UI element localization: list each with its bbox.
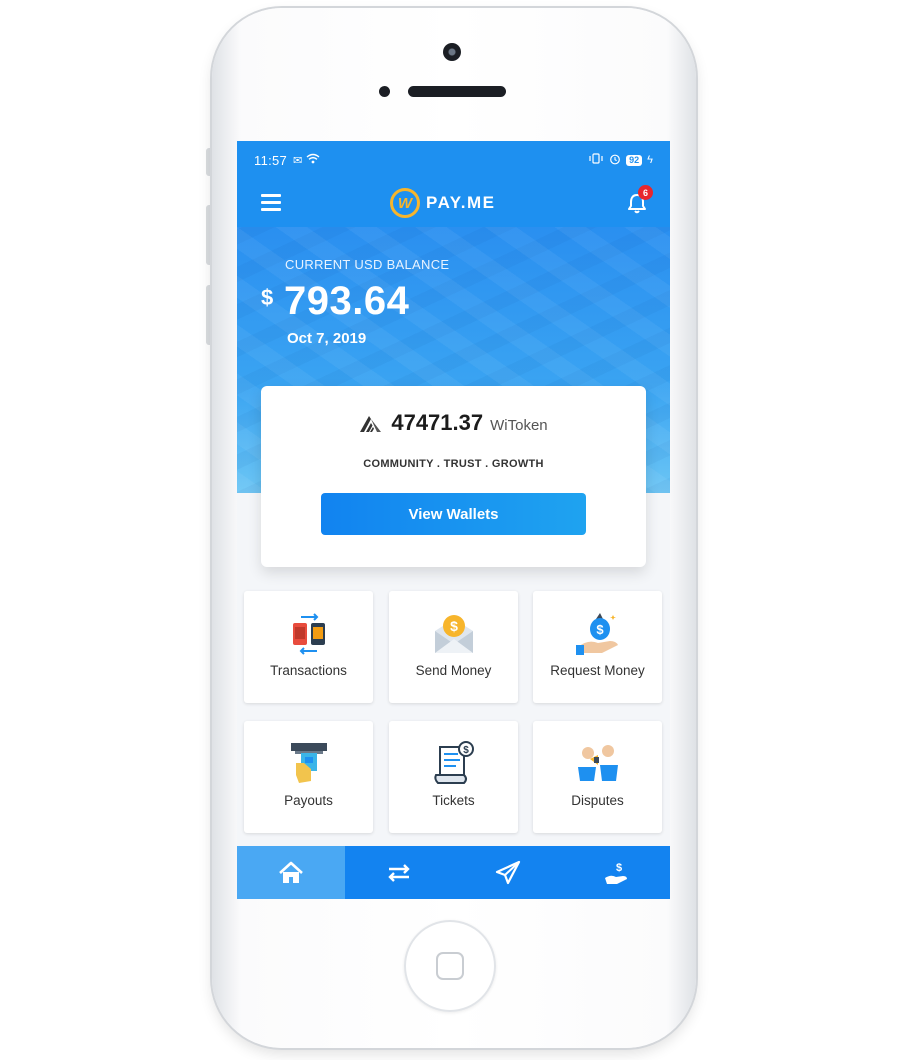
tile-send-money[interactable]: $ Send Money (389, 591, 518, 703)
tile-payouts[interactable]: Payouts (244, 721, 373, 833)
tile-tickets[interactable]: $ Tickets (389, 721, 518, 833)
tile-transactions[interactable]: Transactions (244, 591, 373, 703)
bottom-navigation: $ (237, 846, 670, 899)
token-balance: 47471.37 WiToken (261, 410, 646, 436)
svg-text:$: $ (450, 618, 458, 634)
wifi-icon (306, 153, 320, 167)
tickets-icon: $ (434, 741, 474, 784)
tagline: COMMUNITY . TRUST . GROWTH (363, 458, 544, 470)
request-money-icon: $ (576, 613, 618, 655)
svg-text:$: $ (616, 862, 622, 874)
nav-receive[interactable]: $ (561, 846, 670, 899)
nav-home[interactable] (237, 846, 346, 899)
alarm-icon (609, 153, 621, 168)
svg-text:$: $ (463, 745, 469, 756)
notification-badge: 6 (638, 185, 653, 200)
home-icon (279, 861, 303, 883)
svg-text:$: $ (596, 622, 604, 637)
earpiece-speaker (408, 86, 506, 97)
token-unit: WiToken (490, 417, 548, 434)
transfer-icon (388, 863, 411, 882)
front-camera (443, 43, 461, 61)
balance-amount: 793.64 (284, 279, 410, 323)
nav-transfer[interactable] (345, 846, 454, 899)
status-time: 11:57 (254, 152, 288, 168)
tile-label: Payouts (284, 793, 333, 808)
token-card: 47471.37 WiToken COMMUNITY . TRUST . GRO… (261, 386, 646, 567)
tile-label: Send Money (415, 663, 492, 678)
app-screen: 11:57 ✉ 92 ϟ W PAY.ME 6 CURRENT USD BALA… (237, 141, 670, 899)
witoken-icon (360, 416, 382, 432)
app-header: W PAY.ME 6 (237, 179, 670, 227)
tile-label: Tickets (432, 793, 475, 808)
status-bar: 11:57 ✉ 92 ϟ (237, 141, 670, 179)
balance-date: Oct 7, 2019 (287, 330, 367, 347)
disputes-icon (578, 745, 618, 781)
proximity-sensor (379, 86, 390, 97)
send-money-icon: $ (435, 615, 473, 653)
tile-request-money[interactable]: $ Request Money (533, 591, 662, 703)
receive-money-icon: $ (604, 862, 627, 884)
tile-disputes[interactable]: Disputes (533, 721, 662, 833)
view-wallets-button[interactable]: View Wallets (321, 493, 586, 535)
token-amount: 47471.37 (391, 410, 484, 435)
balance-label: CURRENT USD BALANCE (285, 257, 450, 272)
battery-level: 92 (626, 154, 643, 166)
logo-mark: W (390, 188, 420, 218)
send-icon (495, 860, 520, 884)
tile-label: Disputes (571, 793, 624, 808)
tile-label: Request Money (550, 663, 645, 678)
tile-label: Transactions (270, 663, 347, 678)
home-button[interactable] (404, 920, 496, 1012)
balance-currency: $ (261, 285, 274, 310)
charging-icon: ϟ (647, 154, 653, 166)
vibrate-icon (588, 153, 604, 167)
payouts-icon (291, 743, 327, 783)
app-logo: W PAY.ME (390, 188, 495, 218)
logo-text: PAY.ME (426, 193, 496, 212)
nav-send[interactable] (453, 846, 562, 899)
transactions-icon (293, 613, 325, 655)
menu-icon[interactable] (261, 194, 281, 211)
mail-icon: ✉ (293, 154, 303, 167)
